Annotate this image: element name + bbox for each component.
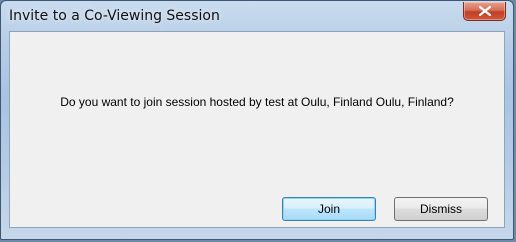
join-button[interactable]: Join <box>282 197 376 221</box>
dialog-window: Invite to a Co-Viewing Session Do you wa… <box>0 0 514 240</box>
invite-message: Do you want to join session hosted by te… <box>60 95 454 109</box>
dialog-content: Do you want to join session hosted by te… <box>9 31 505 228</box>
title-bar[interactable]: Invite to a Co-Viewing Session <box>1 1 513 31</box>
window-title: Invite to a Co-Viewing Session <box>9 8 220 24</box>
dismiss-button[interactable]: Dismiss <box>394 197 488 221</box>
close-icon <box>479 6 491 16</box>
close-button[interactable] <box>463 2 506 21</box>
